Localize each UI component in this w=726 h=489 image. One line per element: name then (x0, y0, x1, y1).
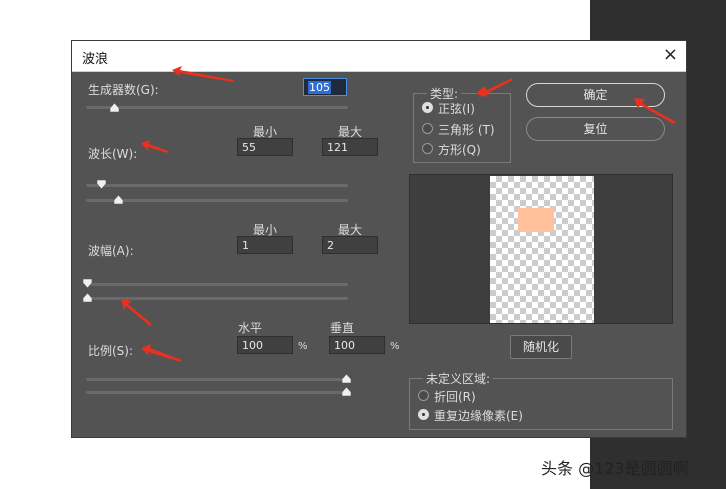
type-sine-radio[interactable] (422, 102, 433, 113)
wrap-around-radio[interactable] (418, 390, 429, 401)
repeat-edge-pixels-radio[interactable] (418, 409, 429, 420)
transparency-checkerboard (490, 176, 594, 323)
amplitude-min-slider-thumb[interactable] (83, 279, 92, 288)
wave-dialog: 波浪 × 生成器数(G): 105 最小 最大 波长(W): 55 121 最小… (72, 41, 686, 437)
watermark: 头条 @123是圆圆啊 (541, 459, 689, 478)
annotation-arrow-icon (476, 78, 513, 97)
scale-vertical-slider-thumb[interactable] (342, 387, 351, 396)
scale-horizontal-unit: % (298, 341, 308, 352)
amplitude-max-slider-thumb[interactable] (83, 293, 92, 302)
type-square-label[interactable]: 方形(Q) (438, 141, 481, 158)
wavelength-max-input[interactable]: 121 (322, 138, 378, 156)
annotation-arrow-icon (634, 98, 676, 124)
wavelength-label: 波长(W): (88, 147, 138, 161)
undefined-area-title: 未定义区域: (423, 370, 494, 387)
dialog-titlebar: 波浪 × (72, 41, 686, 72)
scale-label: 比例(S): (88, 344, 134, 358)
wrap-around-label[interactable]: 折回(R) (434, 388, 476, 405)
scale-horizontal-input[interactable]: 100 (237, 336, 293, 354)
generators-input[interactable]: 105 (303, 78, 347, 96)
type-triangle-label[interactable]: 三角形 (T) (438, 121, 495, 138)
generators-label: 生成器数(G): (88, 83, 159, 97)
wavelength-max-slider-thumb[interactable] (114, 195, 123, 204)
amplitude-max-input[interactable]: 2 (322, 236, 378, 254)
preview-panel (409, 174, 673, 324)
generators-slider-thumb[interactable] (110, 103, 119, 112)
generators-value: 105 (308, 81, 331, 94)
scale-vertical-input[interactable]: 100 (329, 336, 385, 354)
scale-vertical-slider-track[interactable] (86, 391, 348, 394)
wavelength-min-slider-track[interactable] (86, 184, 348, 187)
wavelength-min-slider-thumb[interactable] (97, 180, 106, 189)
randomize-button[interactable]: 随机化 (510, 335, 572, 359)
dialog-title: 波浪 (82, 52, 109, 67)
type-sine-label[interactable]: 正弦(I) (438, 100, 475, 117)
scale-horizontal-slider-thumb[interactable] (342, 374, 351, 383)
annotation-arrow-icon (141, 344, 182, 362)
repeat-edge-pixels-label[interactable]: 重复边缘像素(E) (434, 407, 523, 424)
wavelength-min-input[interactable]: 55 (237, 138, 293, 156)
type-triangle-radio[interactable] (422, 123, 433, 134)
amplitude-min-input[interactable]: 1 (237, 236, 293, 254)
scale-vertical-unit: % (390, 341, 400, 352)
scale-horizontal-slider-track[interactable] (86, 378, 348, 381)
close-icon[interactable]: × (663, 44, 678, 66)
generators-slider-track[interactable] (86, 106, 348, 109)
scale-horizontal-header: 水平 (238, 321, 263, 335)
amplitude-label: 波幅(A): (88, 244, 134, 258)
amplitude-min-slider-track[interactable] (86, 283, 348, 286)
annotation-arrow-icon (141, 140, 168, 153)
scale-vertical-header: 垂直 (330, 321, 355, 335)
annotation-arrow-icon (172, 66, 234, 82)
wavelength-max-slider-track[interactable] (86, 199, 348, 202)
type-square-radio[interactable] (422, 143, 433, 154)
preview-swatch (518, 208, 554, 232)
annotation-arrow-icon (121, 299, 152, 326)
